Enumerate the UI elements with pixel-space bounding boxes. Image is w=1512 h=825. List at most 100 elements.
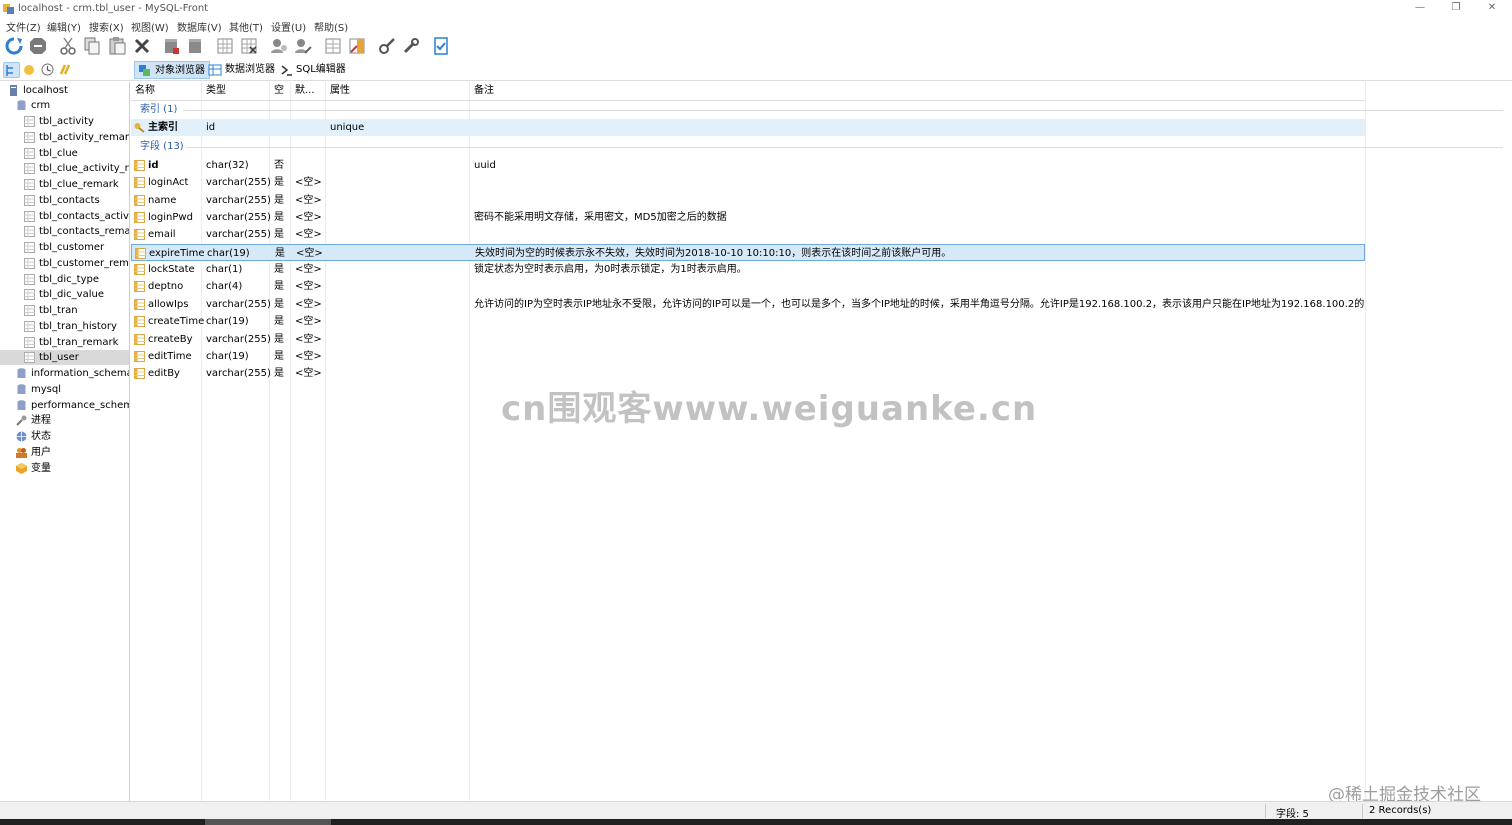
checklist-icon[interactable] (431, 36, 451, 56)
index-row[interactable]: 主索引 id unique (131, 119, 1365, 136)
tree-node-table[interactable]: tbl_contacts_remark (0, 224, 129, 239)
table-row[interactable]: editTime char(19) 是 <空> (131, 348, 1365, 365)
taskbar-active-item[interactable] (205, 819, 331, 825)
tree-node-table[interactable]: tbl_dic_value (0, 287, 129, 302)
field-type: varchar(255) (206, 194, 271, 206)
table-row[interactable]: editBy varchar(255) 是 <空> (131, 365, 1365, 382)
tree-node-status[interactable]: 状态 (16, 429, 129, 444)
tree-node-table[interactable]: tbl_activity_remark (0, 130, 129, 145)
import-export-icon[interactable] (347, 36, 367, 56)
minimize-button[interactable]: — (1405, 1, 1435, 15)
tree-node-table[interactable]: tbl_tran (0, 303, 129, 318)
column-header-null[interactable]: 空 (270, 82, 284, 100)
table-row[interactable]: expireTime char(19) 是 <空> 失效时间为空的时候表示永不失效，失效… (131, 243, 1365, 261)
index-column: id (206, 122, 216, 133)
menu-file[interactable]: 文件(Z) (6, 19, 41, 34)
table-icon (24, 116, 35, 127)
table-row[interactable]: name varchar(255) 是 <空> (131, 192, 1365, 209)
stop-icon[interactable] (28, 36, 48, 56)
index-group-header[interactable]: 索引 (1) (140, 102, 177, 117)
refresh-icon[interactable] (4, 36, 24, 56)
tree-node-table[interactable]: tbl_user (0, 350, 129, 366)
tab-sql-editor[interactable]: SQL编辑器 (276, 61, 350, 79)
tree-node-information-schema[interactable]: information_schema (16, 366, 129, 381)
column-header-type[interactable]: 类型 (202, 82, 226, 100)
table-row[interactable]: createTime char(19) 是 <空> (131, 313, 1365, 330)
tree-node-table[interactable]: tbl_dic_type (0, 272, 129, 287)
tree-node-table[interactable]: tbl_clue (0, 146, 129, 161)
tab-data-browser[interactable]: 数据浏览器 (205, 61, 279, 79)
column-divider[interactable] (1365, 82, 1366, 801)
restore-button[interactable]: ❐ (1441, 1, 1471, 15)
menu-edit[interactable]: 编辑(Y) (47, 19, 81, 34)
database-icon (17, 384, 26, 394)
menu-search[interactable]: 搜索(X) (89, 19, 124, 34)
cut-icon[interactable] (58, 36, 78, 56)
bookmarks-icon[interactable] (58, 62, 75, 78)
tree-node-crm[interactable]: crm (16, 98, 129, 113)
tree-node-processes[interactable]: 进程 (16, 413, 129, 428)
menu-help[interactable]: 帮助(S) (314, 19, 348, 34)
tree-node-table[interactable]: tbl_activity (0, 114, 129, 129)
table-row[interactable]: deptno char(4) 是 <空> (131, 278, 1365, 295)
server-icon (10, 85, 17, 96)
field-comment: uuid (474, 160, 496, 171)
user-add-icon[interactable] (269, 36, 289, 56)
menu-view[interactable]: 视图(W) (131, 19, 169, 34)
tree-node-table[interactable]: tbl_clue_remark (0, 177, 129, 192)
tree-node-table[interactable]: tbl_customer_remar (0, 256, 129, 271)
tab-object-browser[interactable]: 对象浏览器 (134, 61, 210, 79)
favorites-icon[interactable] (22, 62, 39, 78)
table-new-icon[interactable] (215, 36, 235, 56)
field-type: char(19) (206, 350, 249, 362)
tree-node-performance-schema[interactable]: performance_schema (16, 398, 129, 413)
wrench-icon[interactable] (401, 36, 421, 56)
tree-node-table[interactable]: tbl_tran_remark (0, 335, 129, 350)
column-header-comment[interactable]: 备注 (470, 82, 494, 100)
mysql-front-app-icon (3, 4, 14, 14)
menu-settings[interactable]: 设置(U) (271, 19, 306, 34)
tree-node-table[interactable]: tbl_contacts_activity (0, 209, 129, 224)
column-header-attribute[interactable]: 属性 (326, 82, 350, 100)
tree-node-table[interactable]: tbl_customer (0, 240, 129, 255)
tree-node-variables[interactable]: 变量 (16, 461, 129, 476)
history-clock-icon[interactable] (40, 62, 57, 78)
table-row[interactable]: id char(32) 否 uuid (131, 157, 1365, 174)
field-icon (134, 177, 145, 189)
paste-icon[interactable] (107, 36, 127, 56)
tree-node-localhost[interactable]: localhost (8, 83, 129, 98)
column-header-name[interactable]: 名称 (131, 82, 155, 100)
column-header-default[interactable]: 默... (291, 82, 315, 100)
field-name: id (148, 160, 159, 171)
field-null: 是 (274, 333, 284, 345)
table-row[interactable]: email varchar(255) 是 <空> (131, 226, 1365, 243)
field-default: <空> (296, 247, 323, 259)
wrench-search-icon[interactable] (377, 36, 397, 56)
copy-icon[interactable] (82, 36, 102, 56)
grid-view-icon[interactable] (323, 36, 343, 56)
table-row[interactable]: allowIps varchar(255) 是 <空> 允许访问的IP为空时表示IP地址… (131, 296, 1365, 313)
menu-database[interactable]: 数据库(V) (177, 19, 222, 34)
table-row[interactable]: loginPwd varchar(255) 是 <空> 密码不能采用明文存储，采用密文，… (131, 209, 1365, 226)
table-row[interactable]: lockState char(1) 是 <空> 锁定状态为空时表示启用，为0时表示锁定，… (131, 261, 1365, 278)
delete-icon[interactable] (132, 36, 152, 56)
tree-node-table[interactable]: tbl_contacts (0, 193, 129, 208)
table-row[interactable]: createBy varchar(255) 是 <空> (131, 331, 1365, 348)
close-button[interactable]: ✕ (1477, 1, 1507, 15)
status-bar: 字段: 5 2 Records(s) (0, 801, 1512, 820)
database-new-icon[interactable] (161, 36, 181, 56)
tree-node-mysql[interactable]: mysql (16, 382, 129, 397)
tree-node-table[interactable]: tbl_tran_history (0, 319, 129, 334)
index-name: 主索引 (148, 122, 178, 133)
field-type: char(19) (206, 316, 249, 328)
field-group-header[interactable]: 字段 (13) (140, 139, 184, 154)
user-edit-icon[interactable] (293, 36, 313, 56)
table-row[interactable]: loginAct varchar(255) 是 <空> (131, 174, 1365, 191)
menu-other[interactable]: 其他(T) (229, 19, 263, 34)
database-delete-icon[interactable] (185, 36, 205, 56)
tree-toggle-icon[interactable] (3, 62, 20, 78)
table-icon (24, 163, 35, 175)
tree-node-table[interactable]: tbl_clue_activity_rela (0, 161, 129, 176)
table-delete-icon[interactable] (239, 36, 259, 56)
tree-node-users[interactable]: 用户 (16, 445, 129, 460)
